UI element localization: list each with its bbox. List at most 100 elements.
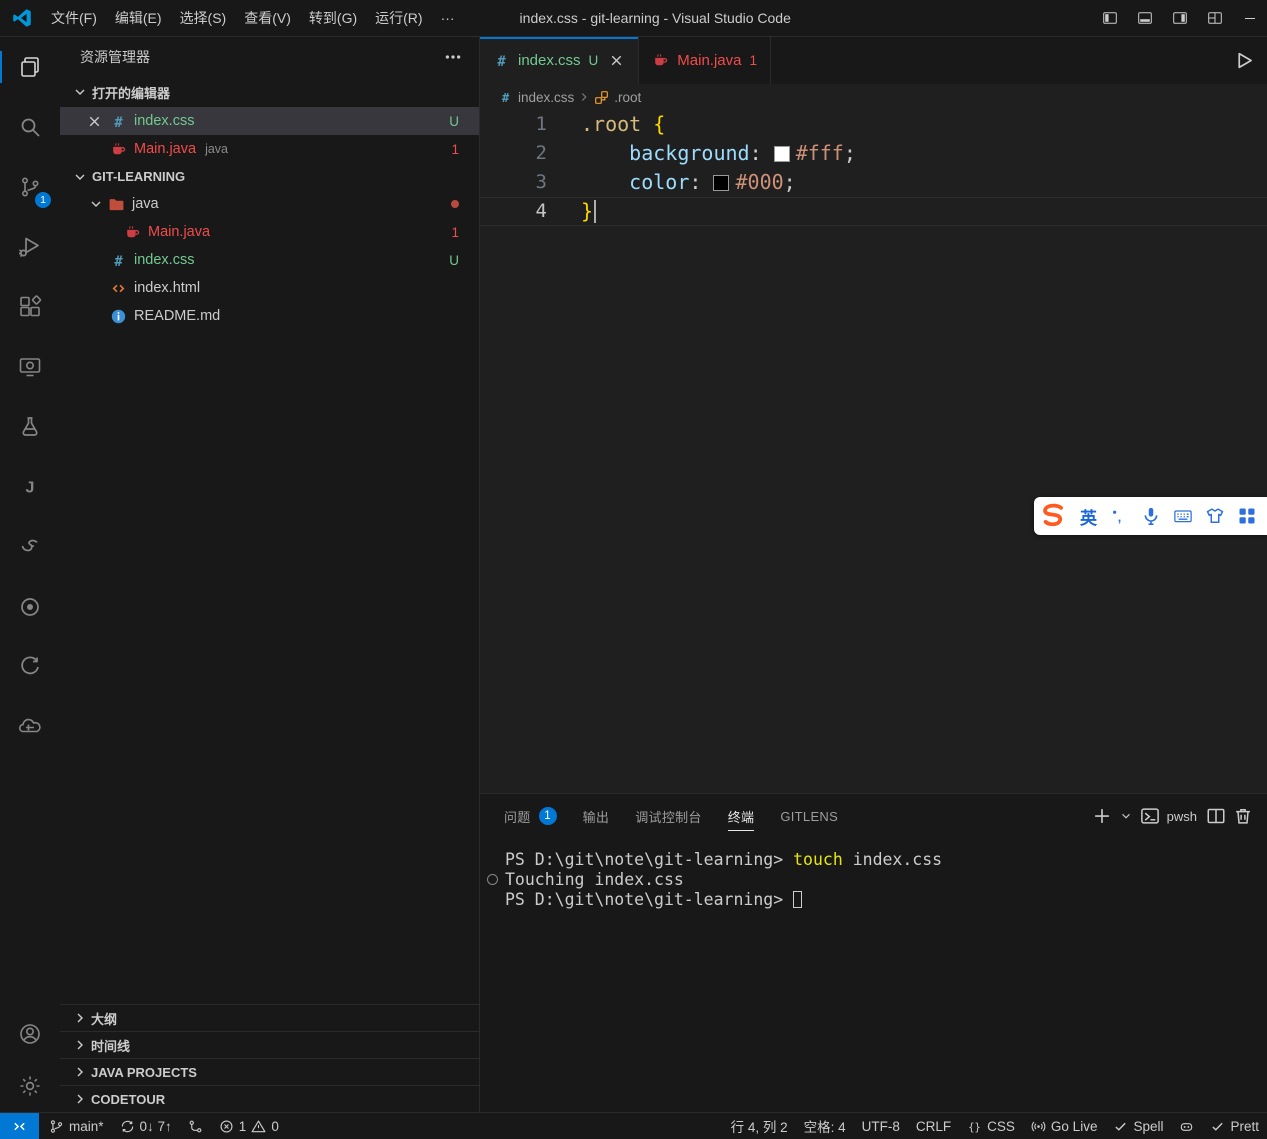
code-line-3[interactable]: 3 color: #000; [480, 168, 1267, 197]
status-cursor-position[interactable]: 行 4, 列 2 [723, 1113, 796, 1139]
sidebar-section-3[interactable]: CODETOUR [60, 1085, 479, 1112]
activity-bar-source-control[interactable]: 1 [0, 157, 60, 217]
sidebar-section-1[interactable]: 时间线 [60, 1031, 479, 1058]
folder-modified-dot [451, 200, 459, 208]
activity-bar-codetour[interactable] [0, 637, 60, 697]
toolbox-icon[interactable] [1237, 506, 1257, 526]
activity-bar-accounts[interactable] [0, 1008, 60, 1060]
status-git-sync[interactable]: 0↓ 7↑ [112, 1113, 180, 1139]
activity-bar-search[interactable] [0, 97, 60, 157]
tree-item-index.html[interactable]: index.html [60, 274, 479, 302]
menu-item-3[interactable]: 查看(V) [235, 5, 300, 31]
ime-mode-indicator[interactable]: 英 [1080, 504, 1097, 529]
docker-icon [18, 715, 42, 739]
status-problems[interactable]: 10 [211, 1113, 287, 1139]
open-editor-index.css[interactable]: #index.cssU [60, 107, 479, 135]
menu-item-0[interactable]: 文件(F) [42, 5, 106, 31]
file-label: Main.java [148, 224, 210, 240]
tree-item-Main.java[interactable]: Main.java 1 [60, 218, 479, 246]
activity-bar-docker[interactable] [0, 697, 60, 757]
activity-bar-run-debug[interactable] [0, 217, 60, 277]
activity-bar-gradle[interactable] [0, 517, 60, 577]
activity-bar-explorer[interactable] [0, 37, 60, 97]
panel-tab-问题[interactable]: 问题1 [504, 794, 557, 838]
terminal[interactable]: PS D:\git\note\git-learning> touch index… [480, 838, 1267, 1112]
menu-item-6[interactable]: ··· [432, 5, 464, 31]
decoration-badge: 1 [451, 225, 459, 240]
status-go-live[interactable]: Go Live [1023, 1113, 1106, 1139]
command-decoration-icon[interactable] [487, 874, 498, 885]
git-graph-icon [188, 1119, 203, 1134]
activity-bar-java[interactable]: J [0, 457, 60, 517]
activity-bar-test-runner[interactable] [0, 577, 60, 637]
status-copilot[interactable] [1171, 1113, 1202, 1139]
tab-index.css[interactable]: #index.cssU [480, 37, 639, 84]
code-line-4[interactable]: 4} [480, 197, 1267, 226]
activity-bar-extensions[interactable] [0, 277, 60, 337]
minimize-button[interactable] [1232, 0, 1267, 36]
sogou-logo[interactable] [1038, 501, 1068, 531]
customize-layout-button[interactable] [1197, 0, 1232, 36]
keyboard-icon[interactable] [1173, 506, 1193, 526]
panel-tab-输出[interactable]: 输出 [583, 794, 610, 838]
status-language-mode[interactable]: {}CSS [959, 1113, 1023, 1139]
sidebar-section-2[interactable]: JAVA PROJECTS [60, 1058, 479, 1085]
code-line-1[interactable]: 1.root { [480, 110, 1267, 139]
status-remote-indicator[interactable] [0, 1113, 39, 1139]
toggle-secondary-sidebar-button[interactable] [1162, 0, 1197, 36]
status-commit-graph[interactable] [180, 1113, 211, 1139]
breadcrumb-item-index.css[interactable]: #index.css [498, 90, 574, 105]
layout-grid-icon [1207, 10, 1223, 26]
css-file-icon: # [498, 90, 513, 105]
workspace-root-header[interactable]: GIT-LEARNING [60, 163, 479, 190]
activity-bar-remote-explorer[interactable] [0, 337, 60, 397]
status-encoding[interactable]: UTF-8 [854, 1113, 908, 1139]
close-icon[interactable] [86, 113, 103, 130]
color-swatch[interactable] [774, 146, 790, 162]
menu-item-2[interactable]: 选择(S) [171, 5, 236, 31]
open-editors-header[interactable]: 打开的编辑器 [60, 77, 479, 107]
run-icon[interactable] [1234, 50, 1255, 71]
shell-name[interactable]: pwsh [1167, 809, 1197, 824]
breadcrumb-item-.root[interactable]: .root [594, 90, 641, 105]
status-git-branch[interactable]: main* [41, 1113, 112, 1139]
color-swatch[interactable] [713, 175, 729, 191]
panel-header: 问题1 输出调试控制台终端 GITLENS pwsh [480, 794, 1267, 838]
toggle-panel-button[interactable] [1127, 0, 1162, 36]
panel-tab-GITLENS[interactable]: GITLENS [780, 794, 838, 838]
sidebar-section-0[interactable]: 大纲 [60, 1004, 479, 1031]
mic-icon[interactable] [1141, 506, 1161, 526]
code-editor[interactable]: 1.root {2 background: #fff;3 color: #000… [480, 110, 1267, 793]
run-debug-icon [18, 235, 42, 259]
menu-item-5[interactable]: 运行(R) [366, 5, 431, 31]
status-prettier[interactable]: Prett [1202, 1113, 1267, 1139]
panel-tab-调试控制台[interactable]: 调试控制台 [635, 794, 702, 838]
menu-item-4[interactable]: 转到(G) [300, 5, 366, 31]
status-spell-checker[interactable]: Spell [1105, 1113, 1171, 1139]
close-icon[interactable] [608, 52, 625, 69]
more-actions-icon[interactable] [443, 47, 463, 67]
plus-icon [1092, 806, 1112, 826]
activity-bar-settings[interactable] [0, 1060, 60, 1112]
tab-Main.java[interactable]: Main.java1 [639, 37, 771, 84]
punctuation-icon[interactable]: , [1109, 506, 1129, 526]
ime-toolbar[interactable]: 英 , [1034, 497, 1267, 535]
tree-item-index.css[interactable]: #index.cssU [60, 246, 479, 274]
svg-text:{}: {} [968, 1121, 980, 1133]
panel-tab-终端[interactable]: 终端 [728, 794, 755, 838]
status-indentation[interactable]: 空格: 4 [796, 1113, 854, 1139]
skin-icon[interactable] [1205, 506, 1225, 526]
status-eol[interactable]: CRLF [908, 1113, 959, 1139]
code-line-2[interactable]: 2 background: #fff; [480, 139, 1267, 168]
tree-item-java[interactable]: java [60, 190, 479, 218]
split-terminal-button[interactable] [1206, 806, 1226, 826]
activity-bar-testing[interactable] [0, 397, 60, 457]
open-editor-Main.java[interactable]: Main.javajava1 [60, 135, 479, 163]
kill-terminal-button[interactable] [1233, 806, 1253, 826]
terminal-profile-dropdown[interactable] [1119, 809, 1133, 823]
tree-item-README.md[interactable]: README.md [60, 302, 479, 330]
toggle-primary-sidebar-button[interactable] [1092, 0, 1127, 36]
new-terminal-button[interactable] [1092, 806, 1112, 826]
css-file-icon: # [110, 252, 127, 269]
menu-item-1[interactable]: 编辑(E) [106, 5, 171, 31]
